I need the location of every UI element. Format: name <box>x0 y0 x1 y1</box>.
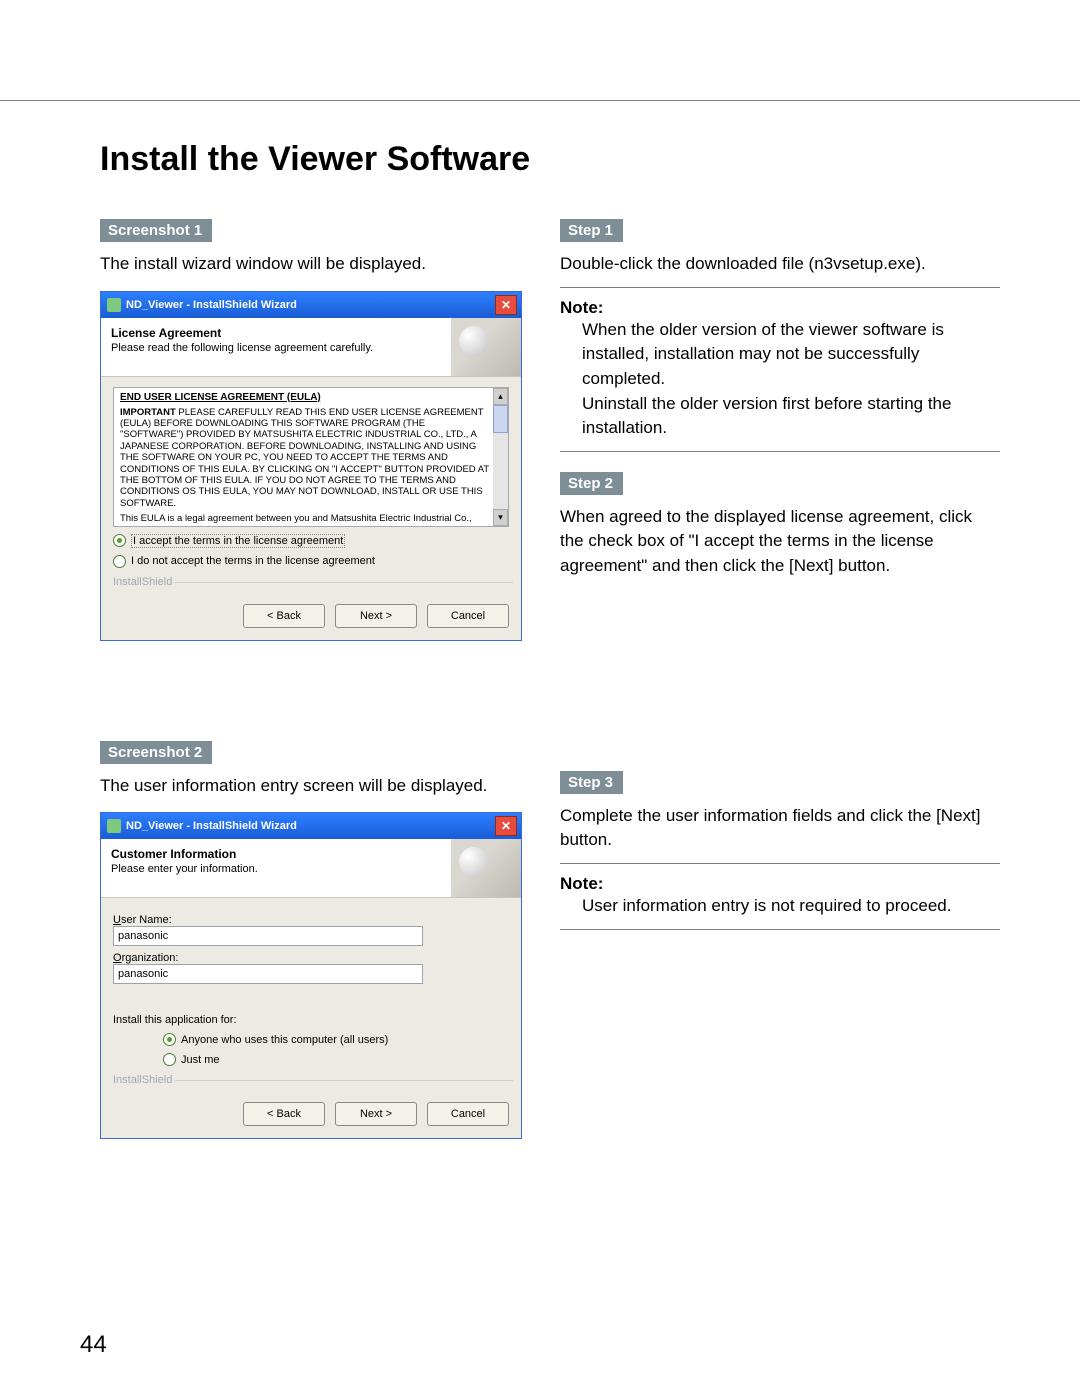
page-number: 44 <box>80 1331 107 1359</box>
installer-icon <box>107 819 121 833</box>
screenshot1-caption: The install wizard window will be displa… <box>100 252 530 277</box>
note2: User information entry is not required t… <box>582 894 1000 919</box>
accept-label: I accept the terms in the license agreem… <box>131 534 345 548</box>
scrollbar[interactable]: ▴ ▾ <box>493 388 508 526</box>
eula-body-footer: This EULA is a legal agreement between y… <box>120 513 506 526</box>
dialog-subheading: Please read the following license agreem… <box>111 342 441 354</box>
dialog-subheading: Please enter your information. <box>111 863 441 875</box>
step3-tag: Step 3 <box>560 771 623 794</box>
reject-label: I do not accept the terms in the license… <box>131 555 375 567</box>
radio-selected-icon <box>113 534 126 547</box>
user-name-label: User Name: <box>113 914 509 926</box>
eula-title: END USER LICENSE AGREEMENT (EULA) <box>120 392 506 403</box>
cancel-button[interactable]: Cancel <box>427 1102 509 1126</box>
installer-icon <box>107 298 121 312</box>
close-icon[interactable]: ✕ <box>495 295 517 315</box>
back-button[interactable]: < Back <box>243 1102 325 1126</box>
scroll-up-icon[interactable]: ▴ <box>493 388 508 405</box>
dialog-titlebar[interactable]: ND_Viewer - InstallShield Wizard ✕ <box>101 292 521 318</box>
install-for-label: Install this application for: <box>113 1014 509 1026</box>
dialog-heading: License Agreement <box>111 326 441 340</box>
next-button[interactable]: Next > <box>335 1102 417 1126</box>
installer-dialog-license: ND_Viewer - InstallShield Wizard ✕ Licen… <box>100 291 522 641</box>
top-rule <box>0 100 1080 101</box>
accept-radio[interactable]: I accept the terms in the license agreem… <box>113 534 509 548</box>
screenshot1-tag: Screenshot 1 <box>100 219 212 242</box>
installer-dialog-customer: ND_Viewer - InstallShield Wizard ✕ Custo… <box>100 812 522 1139</box>
user-name-field[interactable]: panasonic <box>113 926 423 946</box>
install-all-users-radio[interactable]: Anyone who uses this computer (all users… <box>163 1033 509 1046</box>
eula-textarea[interactable]: END USER LICENSE AGREEMENT (EULA) IMPORT… <box>113 387 509 527</box>
scroll-down-icon[interactable]: ▾ <box>493 509 508 526</box>
section-1: Screenshot 1 The install wizard window w… <box>100 219 1000 641</box>
step2-text: When agreed to the displayed license agr… <box>560 505 1000 579</box>
organization-field[interactable]: panasonic <box>113 964 423 984</box>
dialog-titlebar[interactable]: ND_Viewer - InstallShield Wizard ✕ <box>101 813 521 839</box>
dialog-title-text: ND_Viewer - InstallShield Wizard <box>126 820 297 832</box>
note1-a: When the older version of the viewer sof… <box>582 318 1000 392</box>
rule <box>560 863 1000 864</box>
wizard-art <box>451 839 521 897</box>
dialog-header: Customer Information Please enter your i… <box>101 839 521 898</box>
section-2: Screenshot 2 The user information entry … <box>100 741 1000 1140</box>
scroll-thumb[interactable] <box>493 405 508 433</box>
close-icon[interactable]: ✕ <box>495 816 517 836</box>
step1-tag: Step 1 <box>560 219 623 242</box>
install-just-me-radio[interactable]: Just me <box>163 1053 509 1066</box>
dialog-title-text: ND_Viewer - InstallShield Wizard <box>126 299 297 311</box>
wizard-art <box>451 318 521 376</box>
installshield-brand: InstallShield <box>113 1074 509 1086</box>
dialog-heading: Customer Information <box>111 847 441 861</box>
reject-radio[interactable]: I do not accept the terms in the license… <box>113 555 509 568</box>
note1-b: Uninstall the older version first before… <box>582 392 1000 441</box>
next-button[interactable]: Next > <box>335 604 417 628</box>
install-all-users-label: nyone who uses this computer (all users) <box>188 1034 388 1046</box>
back-button[interactable]: < Back <box>243 604 325 628</box>
dialog-header: License Agreement Please read the follow… <box>101 318 521 377</box>
step1-text: Double-click the downloaded file (n3vset… <box>560 252 1000 277</box>
rule <box>560 451 1000 452</box>
note-label: Note: <box>560 874 1000 894</box>
eula-body-main: PLEASE CAREFULLY READ THIS END USER LICE… <box>120 407 489 509</box>
note-label: Note: <box>560 298 1000 318</box>
step2-tag: Step 2 <box>560 472 623 495</box>
radio-unselected-icon <box>113 555 126 568</box>
organization-label: Organization: <box>113 952 509 964</box>
radio-selected-icon <box>163 1033 176 1046</box>
radio-unselected-icon <box>163 1053 176 1066</box>
page: Install the Viewer Software Screenshot 1… <box>0 0 1080 1399</box>
step3-text: Complete the user information fields and… <box>560 804 1000 853</box>
screenshot2-caption: The user information entry screen will b… <box>100 774 530 799</box>
page-title: Install the Viewer Software <box>100 140 1000 179</box>
eula-important: IMPORTANT <box>120 407 176 418</box>
screenshot2-tag: Screenshot 2 <box>100 741 212 764</box>
rule <box>560 929 1000 930</box>
rule <box>560 287 1000 288</box>
installshield-brand: InstallShield <box>113 576 509 588</box>
cancel-button[interactable]: Cancel <box>427 604 509 628</box>
